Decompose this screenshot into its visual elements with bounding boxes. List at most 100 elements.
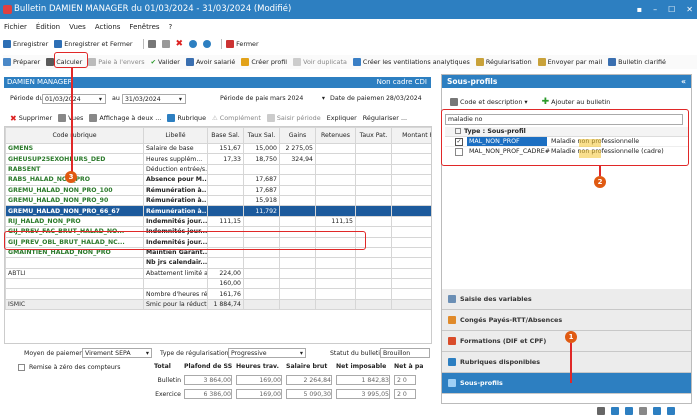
- close-button[interactable]: Fermer: [226, 40, 259, 48]
- cell-mpat[interactable]: [391, 215, 431, 228]
- sum-icon[interactable]: [597, 407, 605, 415]
- cell-lib[interactable]: Déduction entrée/s...: [143, 163, 208, 176]
- pay-period-field[interactable]: mars 2024 ▾: [268, 94, 328, 104]
- nav-conges-absences[interactable]: Congés Payés-RTT/Absences: [442, 310, 691, 331]
- view-mode-select[interactable]: Code et description ▾: [450, 98, 528, 106]
- cell-taux[interactable]: [243, 257, 280, 269]
- cell-tpat[interactable]: [355, 163, 392, 176]
- cell-taux[interactable]: 17,687: [243, 174, 280, 186]
- complement-button[interactable]: ⚠ Complément: [212, 114, 261, 122]
- cell-taux[interactable]: [243, 298, 280, 311]
- cell-gains[interactable]: [279, 267, 316, 280]
- col-libelle[interactable]: Libellé: [143, 127, 208, 144]
- minimize-button[interactable]: –: [653, 0, 657, 19]
- cell-base[interactable]: [207, 184, 244, 196]
- nav-sous-profils[interactable]: Sous-profils: [442, 373, 691, 394]
- delete-button[interactable]: ✖: [176, 39, 184, 49]
- cell-ret[interactable]: [315, 194, 356, 207]
- regularisation-type-select[interactable]: Progressive ▾: [228, 348, 306, 358]
- reverse-pay-button[interactable]: Paie à l'envers: [88, 58, 145, 66]
- table-row[interactable]: Nb jrs calendair...: [5, 257, 431, 269]
- cell-ret[interactable]: [315, 267, 356, 280]
- cell-lib[interactable]: Salaire de base: [143, 142, 208, 155]
- settings-icon[interactable]: [639, 407, 647, 415]
- cell-ret[interactable]: 111,15: [315, 215, 356, 228]
- cell-tpat[interactable]: [355, 174, 392, 186]
- table-row[interactable]: 160,00: [5, 278, 431, 290]
- validate-button[interactable]: ✔ Valider: [151, 58, 180, 66]
- table-row[interactable]: GHEUSUP25EXOHEURS_DED Heures supplém... 17…: [5, 153, 431, 165]
- col-montant-pat[interactable]: Montant Pa: [391, 127, 431, 144]
- regularize-button[interactable]: Régulariser ...: [363, 114, 407, 122]
- cell-mpat[interactable]: [391, 226, 431, 238]
- credit-employee-button[interactable]: Avoir salarié: [185, 58, 235, 66]
- enter-period-button[interactable]: Saisir période: [266, 114, 321, 122]
- cell-base[interactable]: 111,15: [207, 215, 244, 228]
- cell-gains[interactable]: [279, 215, 316, 228]
- payment-method-select[interactable]: Virement SEPA ▾: [82, 348, 152, 358]
- clarified-bulletin-button[interactable]: Bulletin clarifié: [608, 58, 666, 66]
- cell-lib[interactable]: Abattement limité a...: [143, 267, 208, 280]
- cell-code[interactable]: [5, 278, 144, 290]
- cell-code[interactable]: GREMU_HALAD_NON_PRO_90: [5, 194, 144, 207]
- cell-ret[interactable]: [315, 205, 356, 217]
- cell-taux[interactable]: [243, 278, 280, 290]
- cell-mpat[interactable]: [391, 298, 431, 311]
- cell-mpat[interactable]: [391, 153, 431, 165]
- preview-button[interactable]: [161, 40, 170, 48]
- cell-base[interactable]: 1 884,74: [207, 298, 244, 311]
- table-row[interactable]: GREMU_HALAD_NON_PRO_100 Rémunération à...…: [5, 184, 431, 196]
- cell-code[interactable]: GMENS: [5, 142, 144, 155]
- cell-tpat[interactable]: [355, 288, 392, 300]
- print-button[interactable]: [147, 40, 156, 48]
- menu-help[interactable]: ?: [169, 20, 173, 34]
- cell-lib[interactable]: [143, 278, 208, 290]
- cell-base[interactable]: 161,76: [207, 288, 244, 300]
- save-button[interactable]: Enregistrer: [3, 40, 48, 48]
- cell-gains[interactable]: 324,94: [279, 153, 316, 165]
- table-row[interactable]: ISMIC Smic pour la réducti... 1 884,74: [5, 298, 431, 311]
- cell-tpat[interactable]: [355, 267, 392, 280]
- cell-base[interactable]: [207, 257, 244, 269]
- collapse-panel-button[interactable]: «: [681, 75, 686, 88]
- menu-fenetres[interactable]: Fenêtres: [129, 20, 159, 34]
- menu-edition[interactable]: Édition: [36, 20, 60, 34]
- cell-mpat[interactable]: [391, 267, 431, 280]
- cell-mpat[interactable]: [391, 142, 431, 155]
- prev-button[interactable]: [189, 40, 198, 48]
- cell-lib[interactable]: Nb jrs calendair...: [143, 257, 208, 269]
- nav-saisie-variables[interactable]: Saisie des variables: [442, 289, 691, 310]
- cell-code[interactable]: ABTLI: [5, 267, 144, 280]
- cell-gains[interactable]: 2 275,05: [279, 142, 316, 155]
- cell-gains[interactable]: [279, 163, 316, 176]
- menu-vues[interactable]: Vues: [69, 20, 86, 34]
- payment-date-field[interactable]: 28/03/2024: [384, 94, 430, 104]
- cell-base[interactable]: [207, 163, 244, 176]
- table-row[interactable]: GREMU_HALAD_NON_PRO_90 Rémunération à... 1…: [5, 194, 431, 207]
- cell-base[interactable]: 151,67: [207, 142, 244, 155]
- col-code[interactable]: Code rubrique: [5, 127, 144, 144]
- cell-gains[interactable]: [279, 184, 316, 196]
- cell-ret[interactable]: [315, 174, 356, 186]
- reset-counters-checkbox[interactable]: [18, 364, 25, 371]
- cell-code[interactable]: [5, 257, 144, 269]
- cell-tpat[interactable]: [355, 184, 392, 196]
- cell-tpat[interactable]: [355, 153, 392, 165]
- view-duplicate-button[interactable]: Voir duplicata: [293, 58, 347, 66]
- cell-gains[interactable]: [279, 174, 316, 186]
- cell-mpat[interactable]: [391, 163, 431, 176]
- maximize-button[interactable]: ☐: [668, 0, 675, 19]
- cell-taux[interactable]: 17,687: [243, 184, 280, 196]
- cell-lib[interactable]: Rémunération à...: [143, 184, 208, 196]
- cell-lib[interactable]: Indemnités jour...: [143, 215, 208, 228]
- cell-base[interactable]: [207, 194, 244, 207]
- cell-mpat[interactable]: [391, 205, 431, 217]
- cell-taux[interactable]: 18,750: [243, 153, 280, 165]
- save-close-button[interactable]: Enregistrer et Fermer: [54, 40, 133, 48]
- cell-lib[interactable]: Heures supplém...: [143, 153, 208, 165]
- rubrique-button[interactable]: Rubrique: [167, 114, 206, 122]
- cell-tpat[interactable]: [355, 142, 392, 155]
- close-window-button[interactable]: ✕: [686, 0, 693, 19]
- regularisation-button[interactable]: Régularisation: [475, 58, 532, 66]
- cell-mpat[interactable]: [391, 278, 431, 290]
